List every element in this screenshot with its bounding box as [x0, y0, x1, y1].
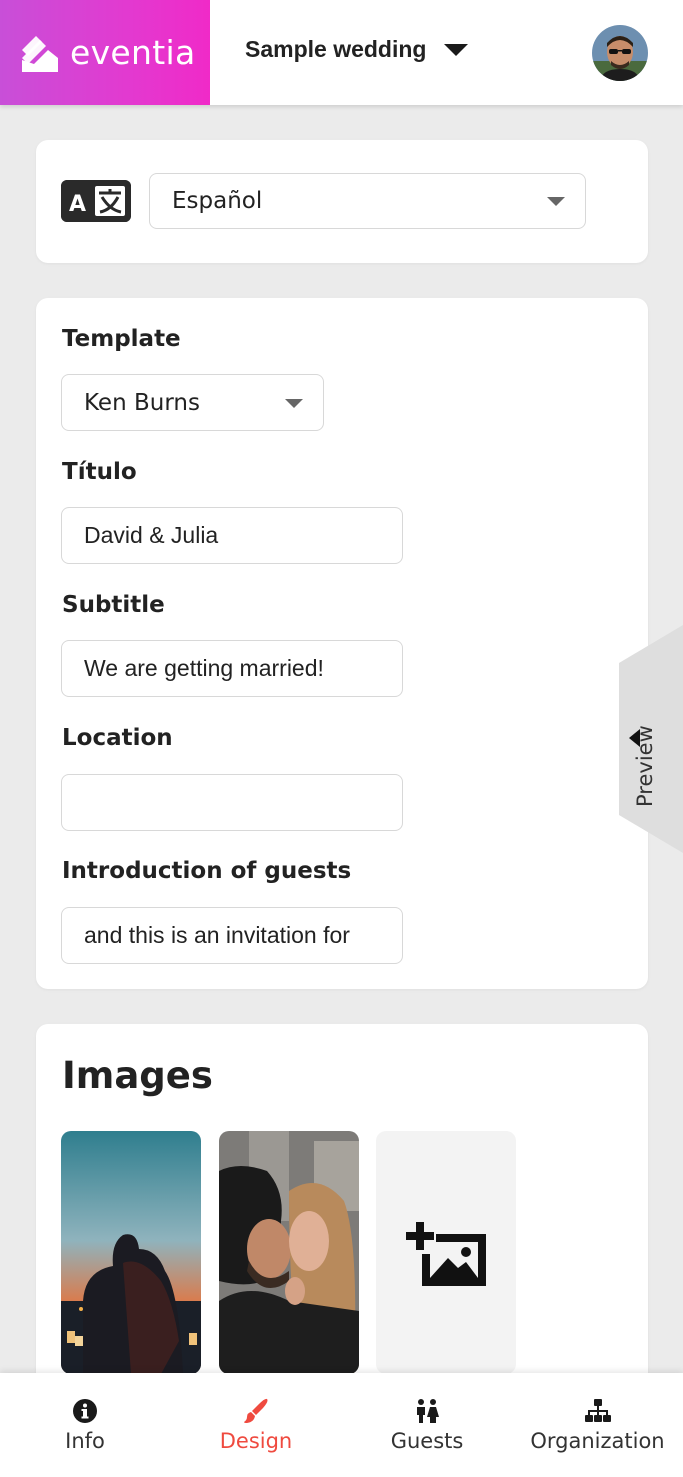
intro-label: Introduction of guests — [62, 858, 352, 884]
event-selector[interactable]: Sample wedding — [245, 36, 469, 63]
eventia-logo-icon — [22, 35, 58, 72]
nav-label-guests: Guests — [390, 1429, 464, 1453]
user-avatar[interactable] — [592, 25, 648, 81]
subtitle-input[interactable] — [61, 640, 403, 697]
template-select[interactable]: Ken Burns — [61, 374, 324, 431]
organization-icon — [584, 1399, 611, 1422]
nav-item-info[interactable]: Info — [30, 1373, 140, 1477]
guests-icon — [417, 1399, 439, 1423]
image-kissing-couple — [219, 1131, 359, 1374]
nav-item-organization[interactable]: Organization — [530, 1373, 665, 1477]
template-select-value: Ken Burns — [84, 389, 200, 416]
images-title: Images — [62, 1054, 213, 1097]
intro-input[interactable] — [61, 907, 403, 964]
svg-text:A: A — [69, 192, 86, 217]
nav-item-design[interactable]: Design — [200, 1373, 312, 1477]
image-thumbnail[interactable] — [61, 1131, 201, 1374]
nav-label-info: Info — [65, 1429, 105, 1453]
language-card: A Español — [36, 140, 648, 263]
subtitle-label: Subtitle — [62, 592, 165, 618]
nav-label-design: Design — [219, 1429, 293, 1453]
location-input[interactable] — [61, 774, 403, 831]
title-label: Título — [62, 459, 137, 485]
language-select-value: Español — [172, 188, 263, 214]
language-select[interactable]: Español — [149, 173, 586, 229]
design-form-card: Template Ken Burns Título Subtitle Locat… — [36, 298, 648, 989]
bottom-nav: Info Design Guests Organization — [0, 1373, 683, 1477]
preview-label: Preview — [633, 725, 657, 807]
preview-tab[interactable]: Preview — [619, 625, 683, 853]
nav-label-organization: Organization — [530, 1429, 665, 1453]
brush-icon — [244, 1398, 268, 1423]
nav-item-guests[interactable]: Guests — [372, 1373, 482, 1477]
image-sunset-couple — [61, 1131, 201, 1374]
brand-name: eventia — [70, 33, 196, 72]
avatar-image — [592, 25, 648, 81]
info-icon — [73, 1399, 97, 1423]
event-name: Sample wedding — [245, 36, 427, 62]
title-input[interactable] — [61, 507, 403, 564]
translate-icon: A — [61, 180, 131, 222]
caret-down-icon — [285, 398, 303, 408]
location-label: Location — [62, 725, 173, 751]
add-image-button[interactable] — [376, 1131, 516, 1374]
image-thumbnail[interactable] — [219, 1131, 359, 1374]
caret-down-icon — [547, 197, 565, 206]
app-header: eventia Sample wedding — [0, 0, 683, 105]
add-image-icon — [406, 1221, 486, 1286]
brand[interactable]: eventia — [0, 0, 210, 105]
template-label: Template — [62, 326, 181, 352]
caret-down-icon — [444, 43, 469, 56]
